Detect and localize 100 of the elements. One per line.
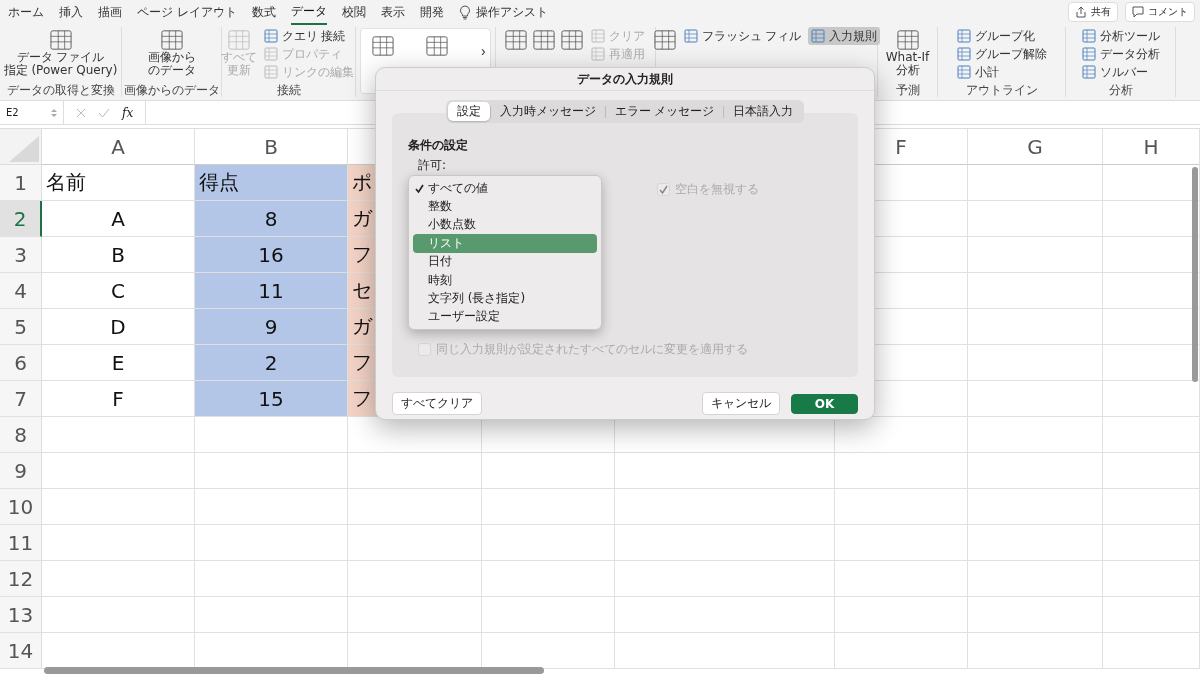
tell-me-field[interactable]: 操作アシスト	[475, 0, 548, 24]
lightbulb-icon	[458, 4, 471, 20]
ribbon-tab[interactable]: ページ レイアウト	[137, 0, 237, 24]
name-box[interactable]: E2	[0, 101, 64, 124]
table-icon	[226, 29, 251, 51]
table-icon	[531, 29, 556, 51]
group-label: 分析	[1108, 84, 1133, 97]
comment-button[interactable]: コメント	[1125, 2, 1195, 22]
clear-all-button[interactable]: すべてクリア	[392, 392, 482, 415]
ribbon-button[interactable]: データ ファイル 指定 (Power Query)	[3, 27, 118, 80]
comment-icon	[1132, 6, 1144, 18]
ribbon-tab[interactable]: 数式	[251, 0, 276, 24]
table-icon	[1081, 65, 1096, 79]
dialog-tab[interactable]: 設定	[447, 102, 490, 121]
ribbon-button[interactable]: 分析ツール	[1078, 27, 1163, 45]
horizontal-scrollbar[interactable]	[44, 667, 544, 674]
row-header[interactable]: 14	[0, 633, 42, 669]
table-cell: 2	[195, 345, 348, 381]
ribbon-button[interactable]	[559, 27, 584, 53]
ribbon-tab[interactable]: ホーム	[8, 0, 44, 24]
row-header[interactable]: 1	[0, 165, 42, 201]
table-icon	[425, 35, 449, 57]
table-cell: 9	[195, 309, 348, 345]
ribbon-button[interactable]: 小計	[953, 63, 1050, 81]
table-cell: 名前	[42, 165, 195, 201]
dialog-tab[interactable]: 入力時メッセージ	[490, 102, 605, 121]
row-header[interactable]: 7	[0, 381, 42, 417]
table-cell: 8	[195, 201, 348, 237]
table-icon	[1081, 47, 1096, 61]
table-cell: A	[42, 201, 195, 237]
table-icon	[263, 47, 278, 61]
gallery-more-button[interactable]: ›	[479, 33, 488, 69]
ribbon-button[interactable]: ソルバー	[1078, 63, 1163, 81]
dialog-tab[interactable]: エラー メッセージ	[605, 102, 724, 121]
ribbon-button[interactable]	[425, 33, 449, 59]
ribbon-button[interactable]: フラッシュ フィル	[680, 27, 805, 45]
table-icon	[652, 29, 677, 51]
table-icon	[503, 29, 528, 51]
group-label: 予測	[895, 84, 920, 97]
table-icon	[559, 29, 584, 51]
ribbon-button[interactable]: クエリ 接続	[260, 27, 357, 45]
table-icon	[48, 29, 73, 51]
table-icon	[956, 29, 971, 43]
table-cell: D	[42, 309, 195, 345]
ribbon-button[interactable]	[503, 27, 528, 53]
row-header[interactable]: 10	[0, 489, 42, 525]
ribbon-button[interactable]: What-If 分析	[885, 27, 930, 80]
cancel-icon[interactable]	[76, 107, 86, 118]
row-header[interactable]: 6	[0, 345, 42, 381]
table-icon	[263, 65, 278, 79]
share-button[interactable]: 共有	[1068, 2, 1118, 22]
group-label: アウトライン	[965, 84, 1038, 97]
group-label: 接続	[276, 84, 301, 97]
vertical-scrollbar[interactable]	[1192, 167, 1198, 382]
row-header[interactable]: 2	[0, 201, 42, 237]
table-cell: C	[42, 273, 195, 309]
table-cell: 11	[195, 273, 348, 309]
ribbon-tab[interactable]: 校閲	[341, 0, 366, 24]
share-icon	[1075, 6, 1087, 18]
ribbon-tab[interactable]: 表示	[380, 0, 405, 24]
ribbon-button[interactable]: 入力規則	[808, 27, 881, 45]
table-icon	[683, 29, 698, 43]
table-icon	[956, 47, 971, 61]
table-icon	[895, 29, 920, 51]
ok-button[interactable]: OK	[791, 393, 858, 414]
table-cell: 15	[195, 381, 348, 417]
ribbon-button[interactable]	[371, 33, 395, 59]
row-header[interactable]: 9	[0, 453, 42, 489]
cancel-button[interactable]: キャンセル	[702, 392, 780, 415]
ribbon-button[interactable]	[652, 27, 677, 53]
row-header[interactable]: 4	[0, 273, 42, 309]
row-header[interactable]: 11	[0, 525, 42, 561]
ribbon-button[interactable]: グループ化	[953, 27, 1050, 45]
section-title: 条件の設定	[408, 137, 468, 154]
row-header[interactable]: 13	[0, 597, 42, 633]
ribbon-button[interactable]: グループ解除	[953, 45, 1050, 63]
dialog-title: データの入力規則	[376, 68, 874, 91]
function-button[interactable]: fx	[122, 105, 134, 120]
table-icon	[371, 35, 395, 57]
table-icon	[1081, 29, 1096, 43]
row-header[interactable]: 8	[0, 417, 42, 453]
table-cell: 得点	[195, 165, 348, 201]
group-label: データの取得と変換	[6, 84, 115, 97]
row-header[interactable]: 12	[0, 561, 42, 597]
table-icon	[956, 65, 971, 79]
table-cell: 16	[195, 237, 348, 273]
group-label: 画像からのデータ	[123, 84, 220, 97]
ribbon-button[interactable]	[531, 27, 556, 53]
check-icon[interactable]	[98, 107, 110, 118]
table-icon	[159, 29, 184, 51]
table-icon	[590, 47, 605, 61]
row-header[interactable]: 3	[0, 237, 42, 273]
ribbon-tab[interactable]: 描画	[98, 0, 122, 24]
table-cell: F	[42, 381, 195, 417]
row-header[interactable]: 5	[0, 309, 42, 345]
dialog-tab[interactable]: 日本語入力	[724, 102, 803, 121]
ribbon-button[interactable]: データ分析	[1078, 45, 1163, 63]
ribbon-button[interactable]: 画像から のデータ	[147, 27, 196, 80]
ribbon-tab[interactable]: 開発	[419, 0, 444, 24]
ribbon-tab[interactable]: 挿入	[59, 0, 83, 24]
